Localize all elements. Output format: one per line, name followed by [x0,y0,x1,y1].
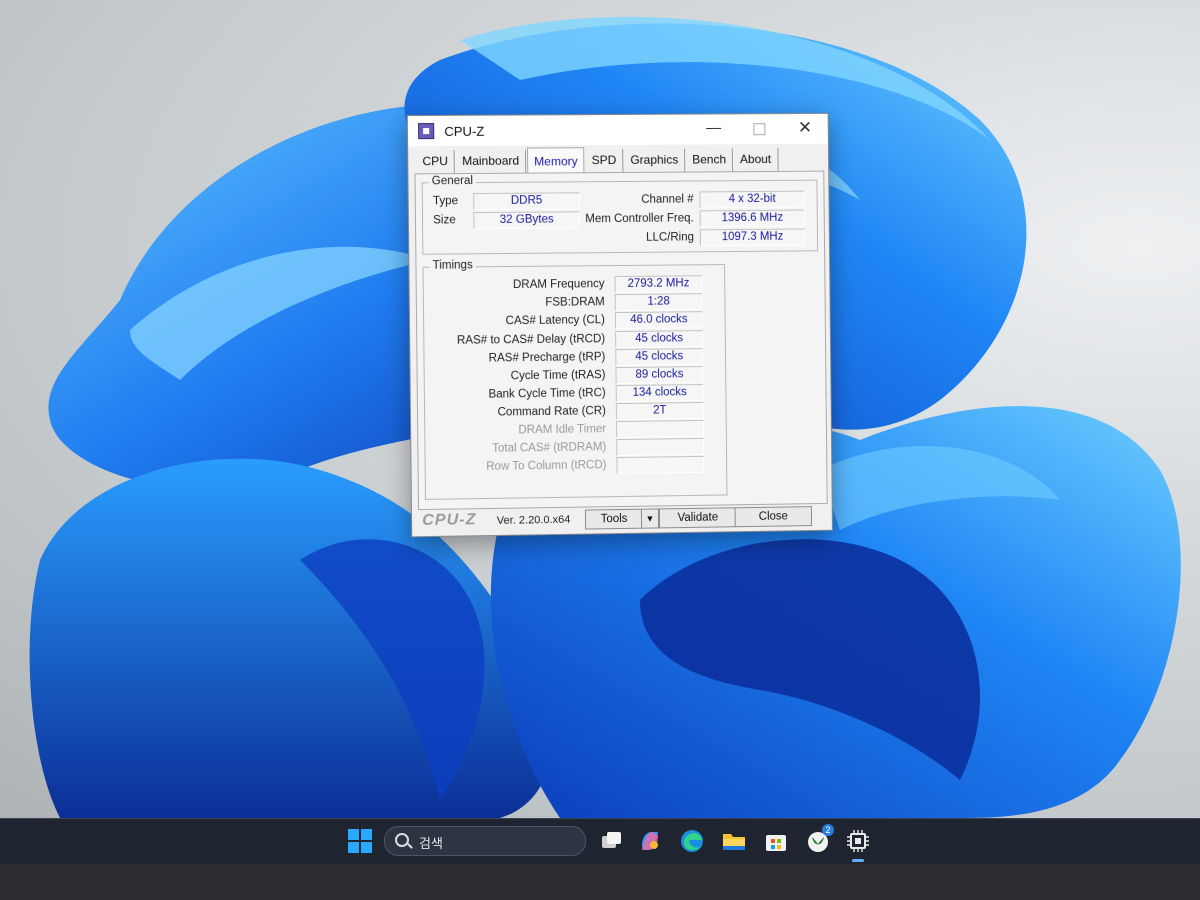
windows-start-icon[interactable] [346,827,374,855]
type-label: Type [432,195,459,208]
timing-label: Command Rate (CR) [497,405,606,419]
xbox-notification-badge: 2 [822,824,834,836]
minimize-button[interactable]: — [691,114,737,144]
tools-dropdown-arrow-icon[interactable]: ▼ [640,508,660,529]
timings-group-title: Timings [429,259,476,272]
mem-controller-freq-label: Mem Controller Freq. [585,212,694,226]
validate-button[interactable]: Validate [658,507,737,529]
general-group: General Type DDR5 Size 32 GBytes Channel… [421,174,819,255]
taskbar: 검색 2 [0,818,1200,865]
timing-value-empty [616,419,704,439]
search-placeholder: 검색 [419,836,443,851]
mem-controller-freq-value: 1396.6 MHz [699,209,806,228]
active-app-indicator [852,859,864,862]
monitor-bezel [0,864,1200,900]
cpu-z-app-icon [417,123,435,140]
task-view-icon[interactable] [598,827,626,855]
type-value: DDR5 [473,192,580,211]
file-explorer-icon[interactable] [720,827,748,855]
timing-value-empty [616,437,705,457]
timing-label: Bank Cycle Time (tRC) [488,387,606,401]
timing-label: CAS# Latency (CL) [505,314,606,328]
timing-label: Cycle Time (tRAS) [510,369,606,383]
version-text: Ver. 2.20.0.x64 [496,513,571,527]
timing-value: 89 clocks [615,366,704,385]
general-group-title: General [428,174,477,188]
timing-value: 46.0 clocks [614,311,703,330]
timing-value: 2T [615,401,704,421]
footer-bar: CPU-Z Ver. 2.20.0.x64 Tools ▼ Validate C… [418,506,826,532]
tab-graphics[interactable]: Graphics [624,148,686,173]
tools-button[interactable]: Tools [584,508,644,530]
title-bar[interactable]: CPU-Z — ✕ [407,113,828,147]
tab-bench[interactable]: Bench [686,148,734,173]
timing-label-disabled: Row To Column (tRCD) [486,459,607,473]
timing-value: 2793.2 MHz [614,275,703,294]
tab-cpu[interactable]: CPU [416,150,456,175]
cpu-z-brand-logo: CPU-Z [422,511,477,530]
timing-value-empty [616,455,705,475]
timing-label-disabled: DRAM Idle Timer [518,423,607,437]
timing-value: 134 clocks [615,384,704,403]
timings-group: Timings DRAM Frequency 2793.2 MHz FSB:DR… [422,259,728,500]
copilot-icon[interactable] [636,827,664,855]
cpu-z-taskbar-icon[interactable] [844,827,872,855]
edge-icon[interactable] [678,827,706,855]
memory-panel: General Type DDR5 Size 32 GBytes Channel… [414,170,828,511]
search-icon [395,833,409,847]
timing-value: 45 clocks [615,330,704,349]
timing-label: FSB:DRAM [545,296,605,309]
timing-label: RAS# Precharge (tRP) [488,351,606,365]
taskbar-search-box[interactable]: 검색 [384,826,586,856]
channel-label: Channel # [641,193,694,206]
size-value: 32 GBytes [473,211,580,230]
llc-ring-value: 1097.3 MHz [699,228,806,247]
microsoft-store-icon[interactable] [762,827,790,855]
timing-label: DRAM Frequency [512,278,605,292]
close-button[interactable]: Close [734,506,813,528]
timing-label: RAS# to CAS# Delay (tRCD) [456,333,606,347]
maximize-icon [753,123,766,136]
cpu-z-window: CPU-Z — ✕ CPU Mainboard Memory SPD Graph… [406,112,833,538]
llc-ring-label: LLC/Ring [646,231,694,244]
size-label: Size [433,214,456,227]
tab-spd[interactable]: SPD [585,148,624,174]
tab-about[interactable]: About [733,148,779,173]
tab-memory[interactable]: Memory [527,147,585,174]
tab-mainboard[interactable]: Mainboard [455,149,527,175]
timing-label-disabled: Total CAS# (tRDRAM) [492,441,607,455]
timing-value: 45 clocks [615,348,704,367]
close-window-button[interactable]: ✕ [782,114,828,144]
window-title: CPU-Z [444,123,485,139]
maximize-button[interactable] [736,114,782,144]
channel-value: 4 x 32-bit [699,190,805,209]
timing-value: 1:28 [614,293,703,312]
